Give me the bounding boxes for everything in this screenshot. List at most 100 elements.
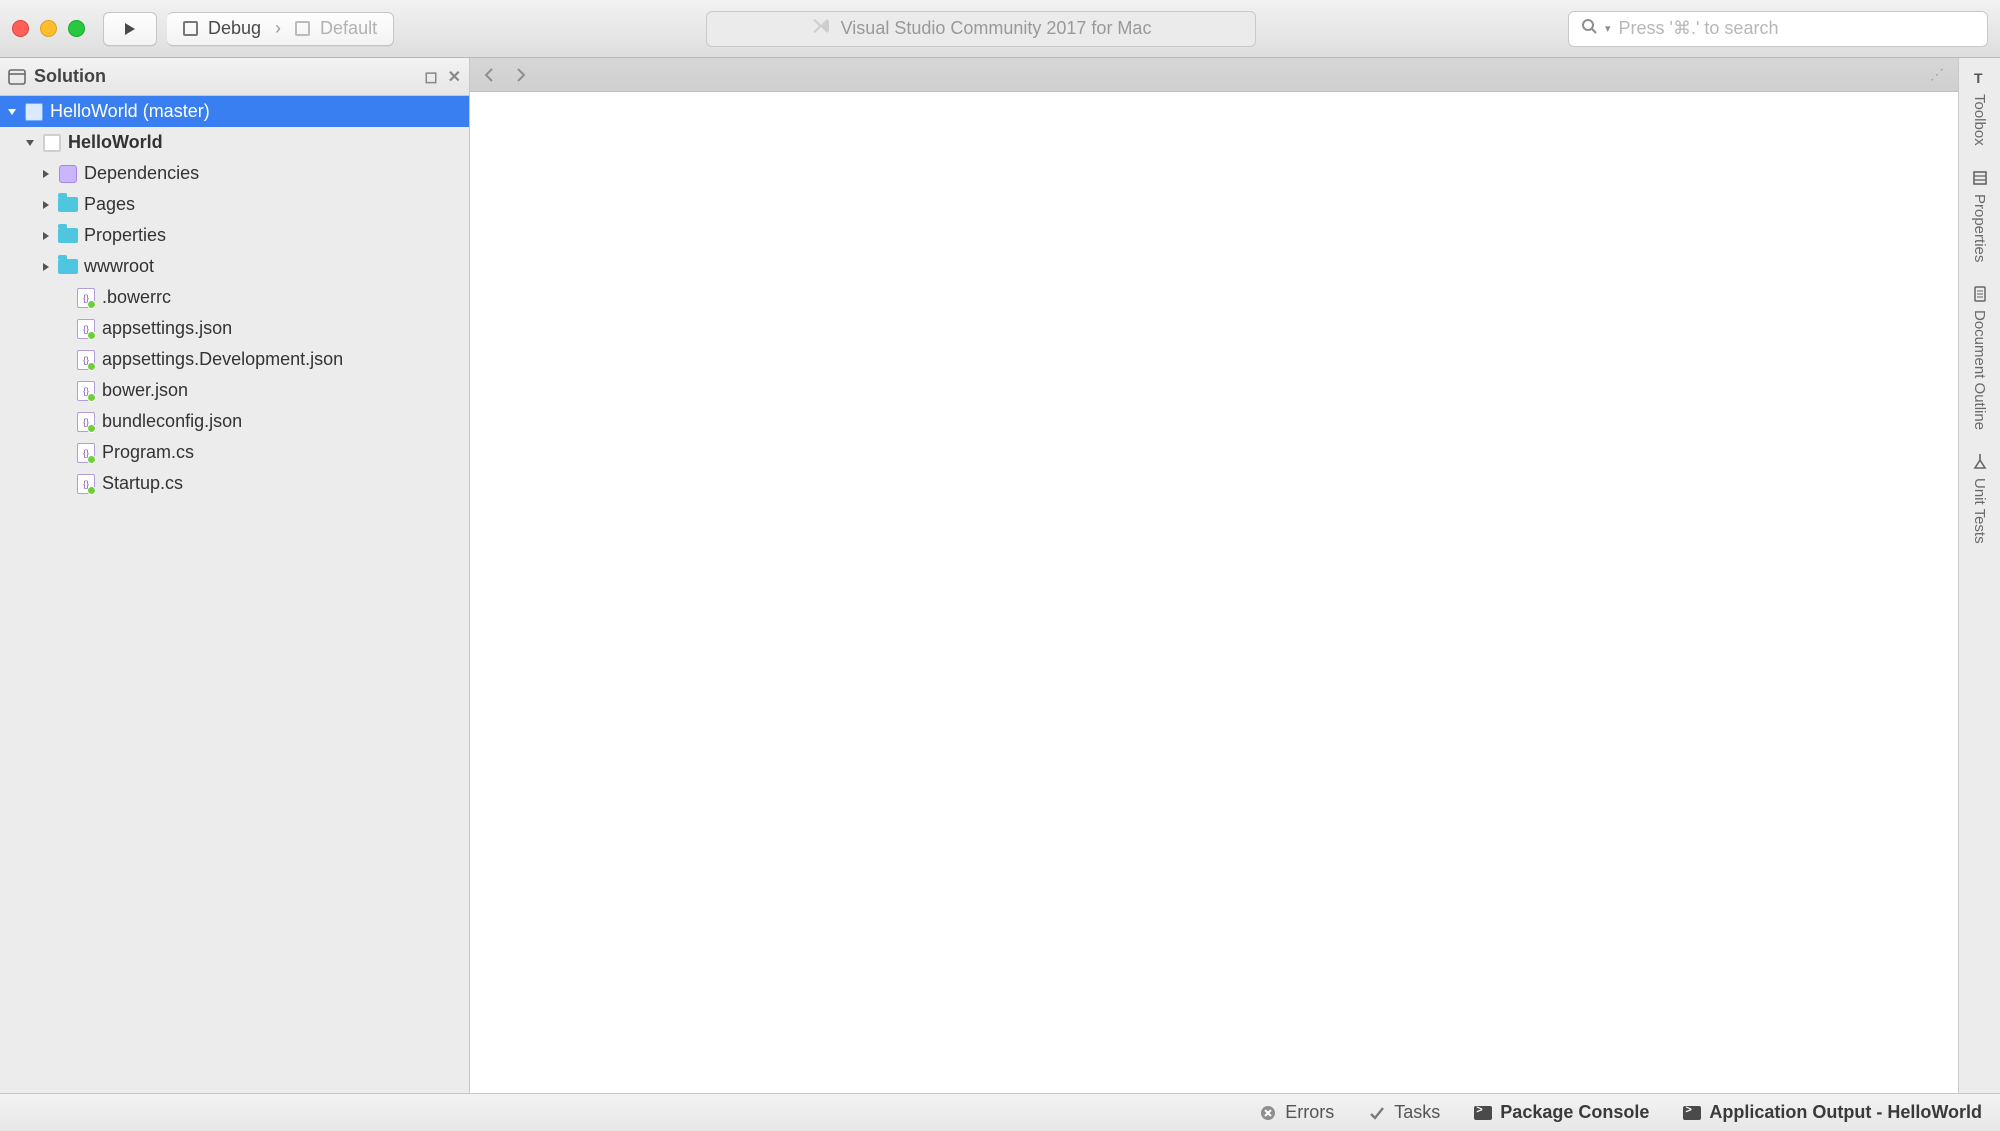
error-icon [1259, 1104, 1277, 1122]
code-file-icon: {} [76, 319, 96, 339]
tree-file-label: appsettings.json [102, 318, 232, 339]
document-outline-icon [1970, 284, 1990, 304]
zoom-window-button[interactable] [68, 20, 85, 37]
solution-tree[interactable]: HelloWorld (master) HelloWorld Dependenc… [0, 96, 469, 1093]
autohide-button[interactable]: ◻ [424, 67, 437, 87]
search-input[interactable] [1619, 18, 1975, 39]
toolbox-icon: T [1970, 68, 1990, 88]
rail-label: Toolbox [1971, 94, 1988, 146]
rail-toolbox[interactable]: T Toolbox [1970, 68, 1990, 146]
right-rail: T Toolbox Properties Document Outline Un… [1958, 58, 2000, 1093]
run-button[interactable] [103, 12, 157, 46]
code-file-icon: {} [76, 443, 96, 463]
close-window-button[interactable] [12, 20, 29, 37]
project-node[interactable]: HelloWorld [0, 127, 469, 158]
window-controls [12, 20, 85, 37]
tree-file-label: Program.cs [102, 442, 194, 463]
editor-area: ⋰ [470, 58, 1958, 1093]
build-config-button[interactable]: Debug › Default [167, 12, 394, 46]
nav-forward-button[interactable] [514, 68, 526, 82]
tree-file[interactable]: {} bundleconfig.json [0, 406, 469, 437]
tree-folder[interactable]: Dependencies [0, 158, 469, 189]
rail-properties[interactable]: Properties [1970, 168, 1990, 262]
chevron-down-icon[interactable] [6, 107, 18, 117]
tree-folder-label: Pages [84, 194, 135, 215]
editor-canvas[interactable] [470, 92, 1958, 1093]
code-file-icon: {} [76, 350, 96, 370]
configuration-selector: Debug › Default [167, 12, 394, 46]
solution-root[interactable]: HelloWorld (master) [0, 96, 469, 127]
project-icon [42, 133, 62, 153]
package-icon [58, 164, 78, 184]
code-file-icon: {} [76, 412, 96, 432]
build-config-label: Debug [208, 18, 261, 39]
solution-root-label: HelloWorld (master) [50, 101, 210, 122]
tree-file-label: Startup.cs [102, 473, 183, 494]
chevron-right-icon[interactable] [40, 231, 52, 241]
tree-file[interactable]: {}.bowerrc [0, 282, 469, 313]
status-app-output-label: Application Output - HelloWorld [1709, 1102, 1982, 1123]
folder-icon [58, 257, 78, 277]
rail-unit-tests[interactable]: Unit Tests [1970, 452, 1990, 544]
check-icon [1368, 1104, 1386, 1122]
tree-folder-label: Properties [84, 225, 166, 246]
main-area: Solution ◻ ✕ HelloWorld (master) HelloWo… [0, 58, 2000, 1093]
project-label: HelloWorld [68, 132, 163, 153]
tree-folder-label: Dependencies [84, 163, 199, 184]
search-icon [1581, 18, 1597, 39]
folder-icon [58, 195, 78, 215]
window-title: Visual Studio Community 2017 for Mac [841, 18, 1152, 39]
tree-file[interactable]: {} appsettings.Development.json [0, 344, 469, 375]
chevron-right-icon[interactable] [40, 169, 52, 179]
status-tasks[interactable]: Tasks [1368, 1102, 1440, 1123]
solution-panel-title: Solution [34, 66, 106, 87]
tree-folder[interactable]: wwwroot [0, 251, 469, 282]
terminal-icon [1474, 1104, 1492, 1122]
code-file-icon: {} [76, 474, 96, 494]
solution-panel-header: Solution ◻ ✕ [0, 58, 469, 96]
properties-icon [1970, 168, 1990, 188]
close-panel-button[interactable]: ✕ [448, 67, 461, 87]
svg-text:T: T [1974, 70, 1983, 86]
tree-file[interactable]: {} appsettings.json [0, 313, 469, 344]
square-icon [183, 21, 198, 36]
nav-back-button[interactable] [484, 68, 496, 82]
folder-icon [58, 226, 78, 246]
chevron-right-icon[interactable] [40, 262, 52, 272]
status-package-console[interactable]: Package Console [1474, 1102, 1649, 1123]
tree-file-label: bower.json [102, 380, 188, 401]
status-package-console-label: Package Console [1500, 1102, 1649, 1123]
terminal-icon [1683, 1104, 1701, 1122]
chevron-down-icon[interactable] [24, 138, 36, 148]
solution-pad-icon [8, 68, 26, 86]
editor-resize-grip-icon: ⋰ [1930, 66, 1944, 83]
status-errors[interactable]: Errors [1259, 1102, 1334, 1123]
tree-file-label: appsettings.Development.json [102, 349, 343, 370]
rail-label: Document Outline [1971, 310, 1988, 430]
tree-file[interactable]: {} Program.cs [0, 437, 469, 468]
run-target-label: Default [320, 18, 377, 39]
tree-file[interactable]: {} Startup.cs [0, 468, 469, 499]
visual-studio-icon [811, 16, 831, 41]
tree-file-label: .bowerrc [102, 287, 171, 308]
code-file-icon: {} [76, 381, 96, 401]
tree-folder[interactable]: Pages [0, 189, 469, 220]
search-box[interactable]: ▾ [1568, 11, 1988, 47]
window-title-pill: Visual Studio Community 2017 for Mac [706, 11, 1256, 47]
rail-document-outline[interactable]: Document Outline [1970, 284, 1990, 430]
editor-tabstrip: ⋰ [470, 58, 1958, 92]
status-app-output[interactable]: Application Output - HelloWorld [1683, 1102, 1982, 1123]
unit-tests-icon [1970, 452, 1990, 472]
rail-label: Unit Tests [1971, 478, 1988, 544]
minimize-window-button[interactable] [40, 20, 57, 37]
tree-folder[interactable]: Properties [0, 220, 469, 251]
play-icon [122, 21, 138, 37]
status-tasks-label: Tasks [1394, 1102, 1440, 1123]
status-bar: Errors Tasks Package Console Application… [0, 1093, 2000, 1131]
titlebar: Debug › Default Visual Studio Community … [0, 0, 2000, 58]
tree-file[interactable]: {} bower.json [0, 375, 469, 406]
chevron-down-icon: ▾ [1605, 22, 1611, 35]
tree-file-label: bundleconfig.json [102, 411, 242, 432]
chevron-right-icon[interactable] [40, 200, 52, 210]
chevron-right-icon: › [275, 18, 281, 39]
